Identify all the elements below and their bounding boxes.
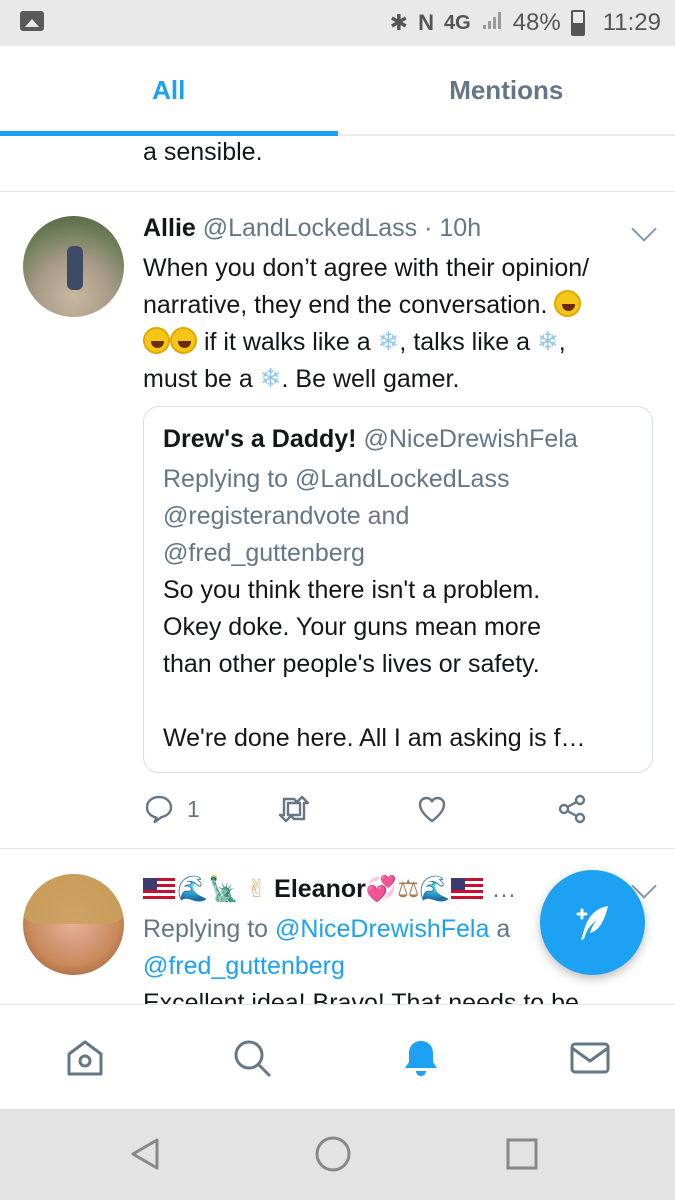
nav-search[interactable]: [229, 1035, 275, 1081]
tab-mentions[interactable]: Mentions: [338, 46, 675, 134]
replying-handle: @fred_guttenberg: [163, 539, 365, 567]
retweet-button[interactable]: [276, 789, 312, 829]
signal-icon: [481, 9, 503, 38]
nav-home[interactable]: [62, 1035, 108, 1081]
header-ellipsis: …: [491, 875, 517, 903]
replying-handle[interactable]: @NiceDrewishFela: [275, 915, 489, 943]
notification-tabs: All Mentions: [0, 46, 675, 136]
nfc-icon: N: [418, 10, 434, 35]
tweet-line: if it walks like a ❄, talks like a ❄,: [143, 324, 655, 361]
nav-messages[interactable]: [567, 1035, 613, 1081]
tweet-header: 🌊🗽 ✌ Eleanor💞⚖🌊 …: [143, 874, 517, 904]
share-icon: [558, 794, 586, 824]
quoted-line: than other people's lives or safety.: [163, 650, 540, 678]
rofl-emoji-icon: [170, 327, 197, 354]
replying-and: a: [496, 915, 511, 943]
tweet-line: When you don’t agree with their opinion/: [143, 254, 590, 282]
quoted-tweet[interactable]: Drew's a Daddy! @NiceDrewishFela Replyin…: [143, 406, 653, 773]
tweet-line-text: must be a: [143, 365, 253, 393]
author-name[interactable]: Allie: [143, 214, 196, 242]
quoted-line: Okey doke. Your guns mean more: [163, 613, 542, 641]
status-bar: ✱ N 4G 48% 11:29: [0, 0, 675, 46]
author-name[interactable]: Eleanor: [274, 875, 366, 903]
retweet-icon: [278, 795, 310, 823]
reply-button[interactable]: 1: [143, 789, 200, 829]
heart-emoji-icon: 💞: [365, 874, 397, 903]
bottom-navigation: [0, 1004, 675, 1109]
system-navigation-bar: [0, 1109, 675, 1200]
network-type: 4G: [443, 11, 471, 34]
home-icon: [67, 1040, 103, 1076]
system-back-button[interactable]: [124, 1133, 166, 1175]
snowflake-emoji-icon: ❄: [259, 364, 282, 394]
recents-square-icon: [506, 1138, 538, 1170]
replying-handle: @registerandvote and: [163, 502, 410, 530]
mail-icon: [570, 1042, 610, 1074]
tweet-line-text: ,: [558, 328, 566, 356]
battery-icon: [570, 10, 585, 36]
replying-prefix: Replying to: [143, 915, 269, 943]
victory-hand-emoji-icon: ✌: [246, 874, 268, 903]
tweet-text: Excellent idea! Bravo! That needs to be: [143, 989, 579, 1004]
tweet-line-text: narrative, they end the conversation.: [143, 291, 548, 319]
share-button[interactable]: [556, 789, 588, 829]
chevron-down-icon[interactable]: [631, 216, 657, 242]
like-button[interactable]: [416, 789, 448, 829]
tweet-line-text: , talks like a: [399, 328, 531, 356]
author-handle: @LandLockedLass: [202, 214, 418, 242]
tweet-line: must be a ❄. Be well gamer.: [143, 361, 655, 398]
separator-dot: ·: [424, 214, 433, 242]
nav-notifications[interactable]: [398, 1035, 444, 1081]
reply-count: 1: [187, 795, 200, 822]
previous-tweet-tail: a sensible.: [143, 138, 263, 166]
quoted-replying-to: Replying to @LandLockedLass @registerand…: [163, 461, 633, 572]
system-recents-button[interactable]: [501, 1133, 543, 1175]
compose-tweet-icon: [576, 905, 608, 940]
home-circle-icon: [315, 1136, 351, 1172]
snowflake-emoji-icon: ❄: [377, 327, 400, 357]
tweet-allie[interactable]: Allie @LandLockedLass · 10h When you don…: [0, 192, 675, 848]
replying-prefix: Replying to: [163, 465, 289, 493]
avatar[interactable]: [23, 874, 124, 975]
tweet-actions: 1: [143, 789, 653, 829]
quoted-author-handle: @NiceDrewishFela: [363, 425, 578, 453]
scales-emoji-icon: ⚖: [396, 874, 420, 903]
bluetooth-icon: ✱: [389, 10, 409, 35]
quoted-author-name: Drew's a Daddy!: [163, 425, 357, 453]
tweet-header: Allie @LandLockedLass · 10h: [143, 214, 481, 243]
gallery-notification-icon: [20, 11, 44, 31]
wave-emoji-icon: 🌊: [419, 874, 451, 903]
battery-percent: 48%: [512, 9, 561, 36]
quoted-header: Drew's a Daddy! @NiceDrewishFela: [163, 425, 578, 454]
system-home-button[interactable]: [312, 1133, 354, 1175]
bell-icon: [405, 1041, 437, 1076]
us-flag-emoji-icon: [143, 878, 175, 900]
search-icon: [234, 1040, 271, 1077]
tweet-line: narrative, they end the conversation.: [143, 287, 655, 324]
rofl-emoji-icon: [143, 327, 170, 354]
tweet-line-text: if it walks like a: [203, 328, 371, 356]
clock: 11:29: [602, 9, 661, 36]
rofl-emoji-icon: [554, 290, 582, 317]
reply-icon: [145, 795, 173, 824]
avatar[interactable]: [23, 216, 124, 317]
quoted-line: We're done here. All I am asking is f…: [163, 724, 586, 752]
tab-all[interactable]: All: [0, 46, 338, 136]
statue-of-liberty-emoji-icon: 🗽: [208, 874, 240, 903]
tweet-time: 10h: [439, 214, 482, 242]
heart-icon: [418, 796, 446, 823]
back-triangle-icon: [131, 1138, 159, 1170]
replying-handle: @LandLockedLass: [295, 465, 510, 493]
snowflake-emoji-icon: ❄: [536, 327, 559, 357]
us-flag-emoji-icon: [450, 878, 483, 900]
quoted-text: So you think there isn't a problem. Okey…: [163, 572, 633, 757]
wave-emoji-icon: 🌊: [177, 874, 209, 903]
compose-tweet-button[interactable]: [540, 870, 645, 975]
quoted-line: So you think there isn't a problem.: [163, 576, 541, 604]
tweet-line-text: . Be well gamer.: [281, 365, 460, 393]
tweet-text: When you don’t agree with their opinion/…: [143, 250, 655, 398]
